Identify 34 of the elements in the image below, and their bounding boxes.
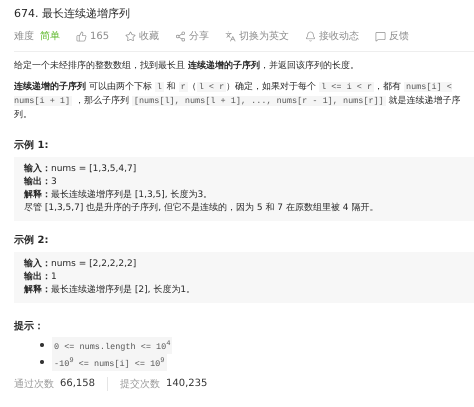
constraint-item: 0 <= nums.length <= 10$^{4}$ xyxy=(52,337,172,354)
bell-button[interactable]: 接收动态 xyxy=(305,29,360,43)
example-line: 输出：3 xyxy=(24,176,58,189)
stat-label: 通过次数 xyxy=(14,378,54,391)
example-line: 解释：最长连续递增序列是 [2], 长度为1。 xyxy=(24,284,196,297)
bell-icon xyxy=(305,30,316,42)
difficulty-label: 难度 xyxy=(14,30,34,43)
stat-value: 66,158 xyxy=(60,378,95,390)
share-icon xyxy=(175,30,186,42)
example-line: 尽管 [1,3,5,7] 也是升序的子序列, 但它不是连续的，因为 5 和 7 在原数组里被 4 隔开。 xyxy=(24,202,380,215)
constraint-item: -10$^{9}$ <= nums[i] <= 10$^{9}$ xyxy=(52,354,167,371)
like-button[interactable]: 165 xyxy=(76,30,110,42)
difficulty-value: 简单 xyxy=(40,30,60,43)
bullet-icon xyxy=(40,343,44,348)
example-title: 示例 2: xyxy=(14,234,50,247)
example-title: 示例 1: xyxy=(14,138,50,152)
example-line: 解释：最长连续递增序列是 [1,3,5], 长度为3。 xyxy=(24,189,214,202)
example-line: 输入：nums = [2,2,2,2,2] xyxy=(24,258,138,271)
feedback-button[interactable]: 反馈 xyxy=(375,29,410,43)
translate-button[interactable]: 切换为英文 xyxy=(225,29,290,43)
share-button[interactable]: 分享 xyxy=(175,29,210,43)
translate-icon xyxy=(225,30,236,42)
description-paragraph: 给定一个未经排序的整数数组，找到最长且 连续递增的子序列，并返回该序列的长度。 xyxy=(14,59,360,73)
thumbs-up-icon xyxy=(76,30,87,42)
speech-bubble-icon xyxy=(375,30,386,42)
example-line: 输出：1 xyxy=(24,271,58,284)
star-icon xyxy=(125,30,136,42)
stat-label: 提交次数 xyxy=(120,378,160,391)
example-line: 输入：nums = [1,3,5,4,7] xyxy=(24,163,138,176)
bullet-icon xyxy=(40,360,44,364)
star-button[interactable]: 收藏 xyxy=(125,29,160,43)
hints-title: 提示： xyxy=(14,320,45,333)
problem-title: 674. 最长连续递增序列 xyxy=(14,6,131,21)
stat-value: 140,235 xyxy=(166,378,208,390)
